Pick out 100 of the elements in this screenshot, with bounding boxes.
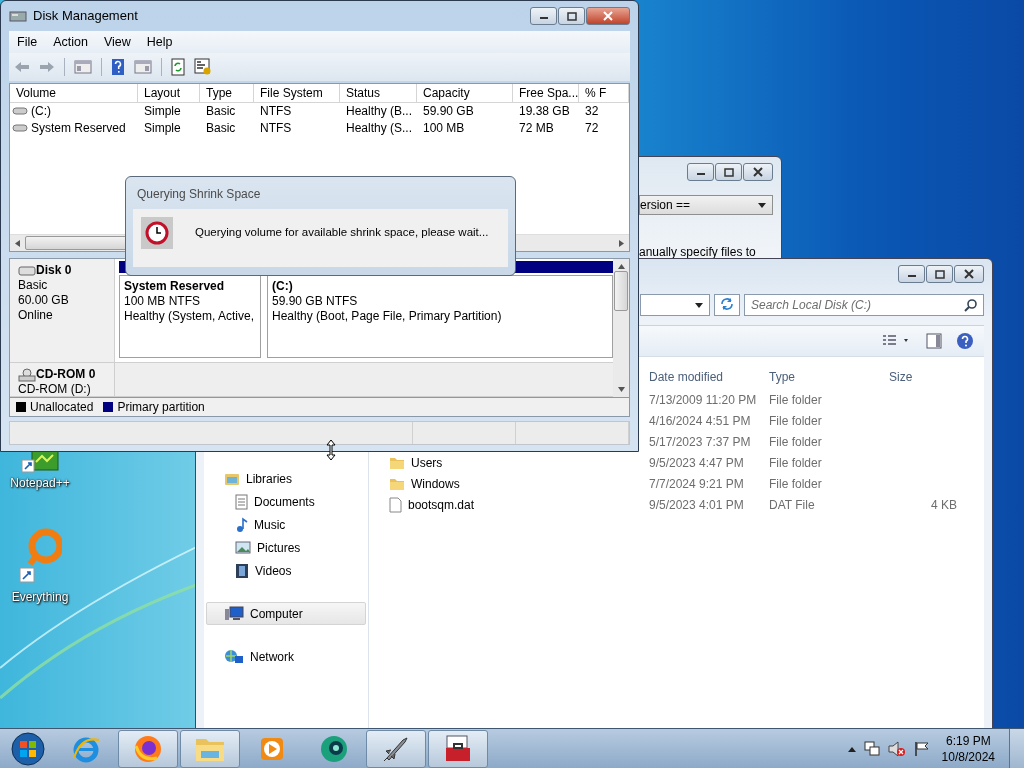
refresh-button[interactable] [714, 294, 740, 316]
dialog-message: Querying volume for available shrink space, please wait... [195, 226, 489, 238]
taskbar-app-button[interactable] [118, 730, 178, 768]
nav-item[interactable]: Libraries [206, 467, 366, 490]
file-name[interactable]: bootsqm.dat [408, 497, 475, 512]
toolbox-icon [443, 734, 473, 764]
resize-cursor-icon [326, 439, 336, 461]
nav-item[interactable]: Documents [206, 490, 366, 513]
table-cell: 72 [585, 121, 599, 136]
date-cell-text: 7/13/2009 11:20 PM [648, 392, 758, 407]
drive-icon [12, 107, 28, 116]
column-header[interactable]: Layout [138, 83, 200, 102]
network-icon[interactable] [863, 741, 880, 757]
refresh-button[interactable] [168, 55, 188, 78]
partition-size: 59.90 GB NTFS [272, 294, 359, 310]
close-button[interactable] [954, 265, 984, 283]
close-icon [602, 11, 614, 21]
file-name[interactable]: Users [411, 455, 443, 470]
preview-pane-button[interactable] [926, 333, 942, 349]
minimize-button[interactable] [530, 7, 557, 25]
menu-item[interactable]: Help [138, 34, 181, 49]
show-hidden-icons-icon[interactable] [847, 746, 856, 752]
type-cell-text: File folder [768, 455, 823, 470]
column-header[interactable]: Size [887, 370, 957, 384]
library-folder-icon [224, 471, 240, 486]
partition-status: Healthy (System, Active, [124, 309, 256, 325]
maximize-icon [933, 269, 946, 279]
back-arrow-icon [14, 60, 30, 73]
nav-item[interactable]: Pictures [206, 536, 366, 559]
table-cell: Healthy (S... [346, 121, 413, 136]
window-pane-icon [74, 59, 92, 74]
window-pane-icon [134, 59, 152, 74]
window-title: Disk Management [33, 8, 138, 24]
close-button[interactable] [743, 163, 773, 181]
table-cell: (C:) [31, 104, 51, 119]
taskbar-app-button[interactable] [428, 730, 488, 768]
column-header[interactable]: Capacity [417, 83, 513, 102]
type-cell-text: File folder [768, 434, 823, 449]
refresh-icon [719, 296, 735, 311]
table-cell: System Reserved [31, 121, 126, 136]
maximize-button[interactable] [926, 265, 953, 283]
column-header[interactable]: Free Spa... [513, 83, 579, 102]
instruction-text: anually specify files to [639, 245, 757, 259]
caret-icon [695, 302, 703, 308]
refresh-icon [171, 57, 185, 76]
scroll-right-arrow-icon[interactable] [619, 239, 624, 247]
column-header[interactable]: Date modified [647, 370, 767, 384]
network-icon [224, 648, 244, 665]
clock[interactable]: 6:19 PM 10/8/2024 [941, 733, 995, 765]
table-cell: 59.90 GB [423, 104, 474, 119]
legend-label: Primary partition [117, 400, 205, 415]
scroll-left-arrow-icon[interactable] [15, 239, 20, 247]
maximize-button[interactable] [715, 163, 742, 181]
table-cell: Healthy (B... [346, 104, 413, 119]
nav-item[interactable]: Computer [206, 602, 366, 625]
menu-item[interactable]: Action [45, 34, 96, 49]
search-field[interactable]: Search Local Disk (C:) [744, 294, 984, 316]
disk-detail: 60.00 GB [18, 293, 69, 309]
date-cell-text: 9/5/2023 4:47 PM [648, 455, 745, 470]
flag-icon[interactable] [913, 741, 930, 757]
file-icon [389, 496, 402, 513]
maximize-icon [565, 11, 578, 21]
minimize-button[interactable] [687, 163, 714, 181]
caret-icon [758, 202, 766, 208]
minimize-button[interactable] [898, 265, 925, 283]
close-icon [963, 269, 975, 279]
address-bar[interactable] [640, 294, 710, 316]
help-button[interactable] [956, 332, 974, 350]
column-header[interactable]: % F [579, 83, 629, 102]
file-name[interactable]: Windows [411, 476, 460, 491]
partition-size: 100 MB NTFS [124, 294, 202, 310]
type-cell-text: File folder [768, 413, 823, 428]
music-note-icon [235, 516, 248, 533]
muted-speaker-icon[interactable] [887, 741, 906, 757]
nav-item[interactable]: Music [206, 513, 366, 536]
show-desktop-button[interactable] [1009, 729, 1024, 768]
disc-icon [318, 734, 350, 764]
version-dropdown[interactable]: ersion == [639, 195, 773, 215]
menu-item[interactable]: View [95, 34, 139, 49]
column-header[interactable]: Volume [10, 83, 138, 102]
column-header[interactable]: File System [254, 83, 340, 102]
menu-item[interactable]: File [9, 34, 46, 49]
document-icon [235, 493, 248, 510]
nav-item[interactable]: Videos [206, 559, 366, 582]
nav-item[interactable]: Network [206, 645, 366, 668]
taskbar-app-button[interactable] [366, 730, 426, 768]
scroll-up-arrow-icon[interactable] [617, 264, 625, 270]
computer-icon [224, 605, 244, 622]
disk-name: CD-ROM 0 [36, 367, 96, 383]
column-header[interactable]: Type [767, 370, 887, 384]
table-cell: Basic [206, 121, 236, 136]
fox-globe-icon [133, 734, 163, 764]
scroll-down-arrow-icon[interactable] [617, 387, 625, 393]
column-header[interactable]: Type [200, 83, 254, 102]
vertical-scrollbar[interactable] [613, 259, 629, 398]
maximize-button[interactable] [558, 7, 585, 25]
cd-drive-icon [18, 367, 36, 382]
table-cell: Basic [206, 104, 236, 119]
clock-date: 10/8/2024 [941, 749, 995, 765]
column-header[interactable]: Status [340, 83, 417, 102]
